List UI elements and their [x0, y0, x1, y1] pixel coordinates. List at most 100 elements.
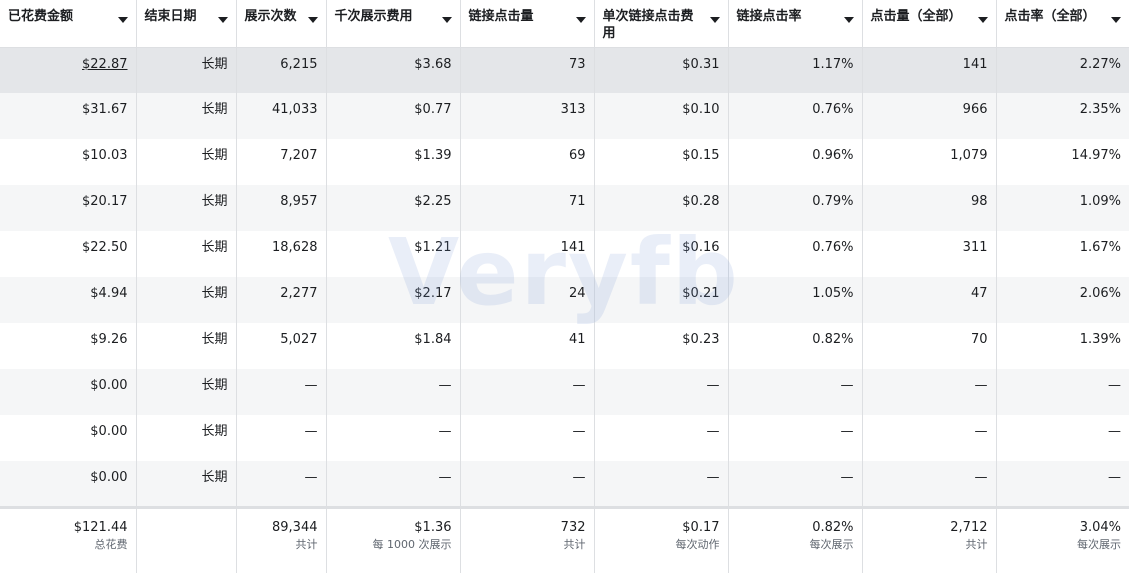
- cell-spend: $0.00: [0, 461, 137, 507]
- cell-link-clicks: —: [460, 369, 595, 415]
- cell-ctr-all: 1.09%: [996, 185, 1129, 231]
- total-caption: 共计: [563, 537, 586, 551]
- table-row[interactable]: $20.17 长期 8,957 $2.25 71 $0.28 0.79% 98 1.09%: [0, 185, 1129, 231]
- cell-clicks-all: 311: [862, 231, 997, 277]
- total-value: $1.36: [414, 519, 452, 535]
- cell-link-ctr: 0.76%: [728, 231, 863, 277]
- total-value: 2,712: [950, 519, 988, 535]
- header-impressions[interactable]: 展示次数: [236, 0, 327, 48]
- cell-end-date: 长期: [136, 231, 237, 277]
- cell-end-date: 长期: [136, 47, 237, 93]
- cell-link-clicks: 313: [460, 93, 595, 139]
- sort-caret-icon[interactable]: [977, 17, 988, 23]
- cell-end-date: 长期: [136, 415, 237, 461]
- total-cell: 0.82% 每次展示: [728, 505, 863, 573]
- cell-spend: $22.50: [0, 231, 137, 277]
- table-row[interactable]: $0.00 长期 — — — — — — —: [0, 369, 1129, 415]
- header-label: 点击量（全部）: [870, 9, 962, 24]
- table-row[interactable]: $4.94 长期 2,277 $2.17 24 $0.21 1.05% 47 2.06%: [0, 277, 1129, 323]
- header-label: 链接点击率: [736, 9, 802, 24]
- total-caption: 总花费: [94, 537, 128, 551]
- table-row[interactable]: $22.87 长期 6,215 $3.68 73 $0.31 1.17% 141 2.27%: [0, 47, 1129, 93]
- sort-caret-icon[interactable]: [217, 17, 228, 23]
- total-cell: 3.04% 每次展示: [996, 505, 1129, 573]
- total-caption: 每次展示: [809, 537, 854, 551]
- header-label: 点击率（全部）: [1004, 9, 1096, 24]
- cell-impressions: —: [236, 415, 327, 461]
- cell-ctr-all: 2.27%: [996, 47, 1129, 93]
- cell-cpm: $2.25: [326, 185, 461, 231]
- table-row[interactable]: $10.03 长期 7,207 $1.39 69 $0.15 0.96% 1,079 14.97…: [0, 139, 1129, 185]
- table-row[interactable]: $9.26 长期 5,027 $1.84 41 $0.23 0.82% 70 1.39%: [0, 323, 1129, 369]
- cell-ctr-all: —: [996, 461, 1129, 507]
- cell-clicks-all: —: [862, 415, 997, 461]
- header-clicks-all[interactable]: 点击量（全部）: [862, 0, 997, 48]
- table-row[interactable]: $0.00 长期 — — — — — — —: [0, 415, 1129, 461]
- cell-link-clicks: —: [460, 415, 595, 461]
- sort-caret-icon[interactable]: [441, 17, 452, 23]
- table-row[interactable]: $22.50 长期 18,628 $1.21 141 $0.16 0.76% 311 1.67%: [0, 231, 1129, 277]
- cell-link-ctr: —: [728, 369, 863, 415]
- total-value: $0.17: [682, 519, 720, 535]
- cell-cpm: —: [326, 369, 461, 415]
- total-caption: 共计: [295, 537, 318, 551]
- cell-end-date: 长期: [136, 461, 237, 507]
- cell-spend: $10.03: [0, 139, 137, 185]
- cell-spend: $0.00: [0, 415, 137, 461]
- table-row[interactable]: $31.67 长期 41,033 $0.77 313 $0.10 0.76% 966 2.35%: [0, 93, 1129, 139]
- cell-link-ctr: 0.82%: [728, 323, 863, 369]
- cell-impressions: 18,628: [236, 231, 327, 277]
- header-link-clicks[interactable]: 链接点击量: [460, 0, 595, 48]
- header-spend[interactable]: 已花费金额: [0, 0, 137, 48]
- sort-caret-icon[interactable]: [575, 17, 586, 23]
- sort-caret-icon[interactable]: [843, 17, 854, 23]
- cell-end-date: 长期: [136, 185, 237, 231]
- sort-caret-icon[interactable]: [307, 17, 318, 23]
- cell-ctr-all: 2.35%: [996, 93, 1129, 139]
- header-cpm[interactable]: 千次展示费用: [326, 0, 461, 48]
- cell-clicks-all: 1,079: [862, 139, 997, 185]
- cell-clicks-all: 141: [862, 47, 997, 93]
- cell-clicks-all: —: [862, 369, 997, 415]
- cell-cpc: $0.15: [594, 139, 729, 185]
- sort-caret-icon[interactable]: [117, 17, 128, 23]
- total-value: 3.04%: [1079, 519, 1121, 535]
- cell-spend: $0.00: [0, 369, 137, 415]
- cell-clicks-all: 98: [862, 185, 997, 231]
- cell-link-ctr: —: [728, 461, 863, 507]
- cell-spend[interactable]: $22.87: [0, 47, 137, 93]
- cell-cpc: —: [594, 415, 729, 461]
- sort-caret-icon[interactable]: [1111, 17, 1121, 23]
- cell-spend: $9.26: [0, 323, 137, 369]
- cell-link-clicks: 41: [460, 323, 595, 369]
- header-ctr-all[interactable]: 点击率（全部）: [996, 0, 1129, 48]
- cell-link-clicks: 69: [460, 139, 595, 185]
- total-cell: $0.17 每次动作: [594, 505, 729, 573]
- total-cell: $1.36 每 1000 次展示: [326, 505, 461, 573]
- header-label: 千次展示费用: [334, 9, 413, 24]
- cell-impressions: —: [236, 461, 327, 507]
- cell-link-clicks: 73: [460, 47, 595, 93]
- sort-caret-icon[interactable]: [709, 17, 720, 23]
- cell-cpm: $1.21: [326, 231, 461, 277]
- cell-end-date: 长期: [136, 277, 237, 323]
- header-cpc[interactable]: 单次链接点击费用: [594, 0, 729, 48]
- cell-cpm: $2.17: [326, 277, 461, 323]
- cell-cpc: $0.10: [594, 93, 729, 139]
- total-caption: 每次展示: [1077, 537, 1121, 551]
- cell-link-clicks: —: [460, 461, 595, 507]
- header-end-date[interactable]: 结束日期: [136, 0, 237, 48]
- cell-ctr-all: 1.39%: [1079, 332, 1121, 347]
- cell-cpc: $0.16: [594, 231, 729, 277]
- cell-ctr-all: 2.06%: [996, 277, 1129, 323]
- cell-link-clicks: 24: [460, 277, 595, 323]
- total-cell: 732 共计: [460, 505, 595, 573]
- total-caption: 共计: [965, 537, 988, 551]
- cell-cpc: —: [594, 369, 729, 415]
- cell-impressions: 6,215: [236, 47, 327, 93]
- header-link-ctr[interactable]: 链接点击率: [728, 0, 863, 48]
- totals-row: $121.44 总花费 89,344 共计 $1.36 每 1000 次展示 732 共…: [0, 505, 1129, 573]
- table-row[interactable]: $0.00 长期 — — — — — — —: [0, 461, 1129, 507]
- total-value: 0.82%: [812, 519, 854, 535]
- cell-ctr-all: 1.67%: [1079, 240, 1121, 255]
